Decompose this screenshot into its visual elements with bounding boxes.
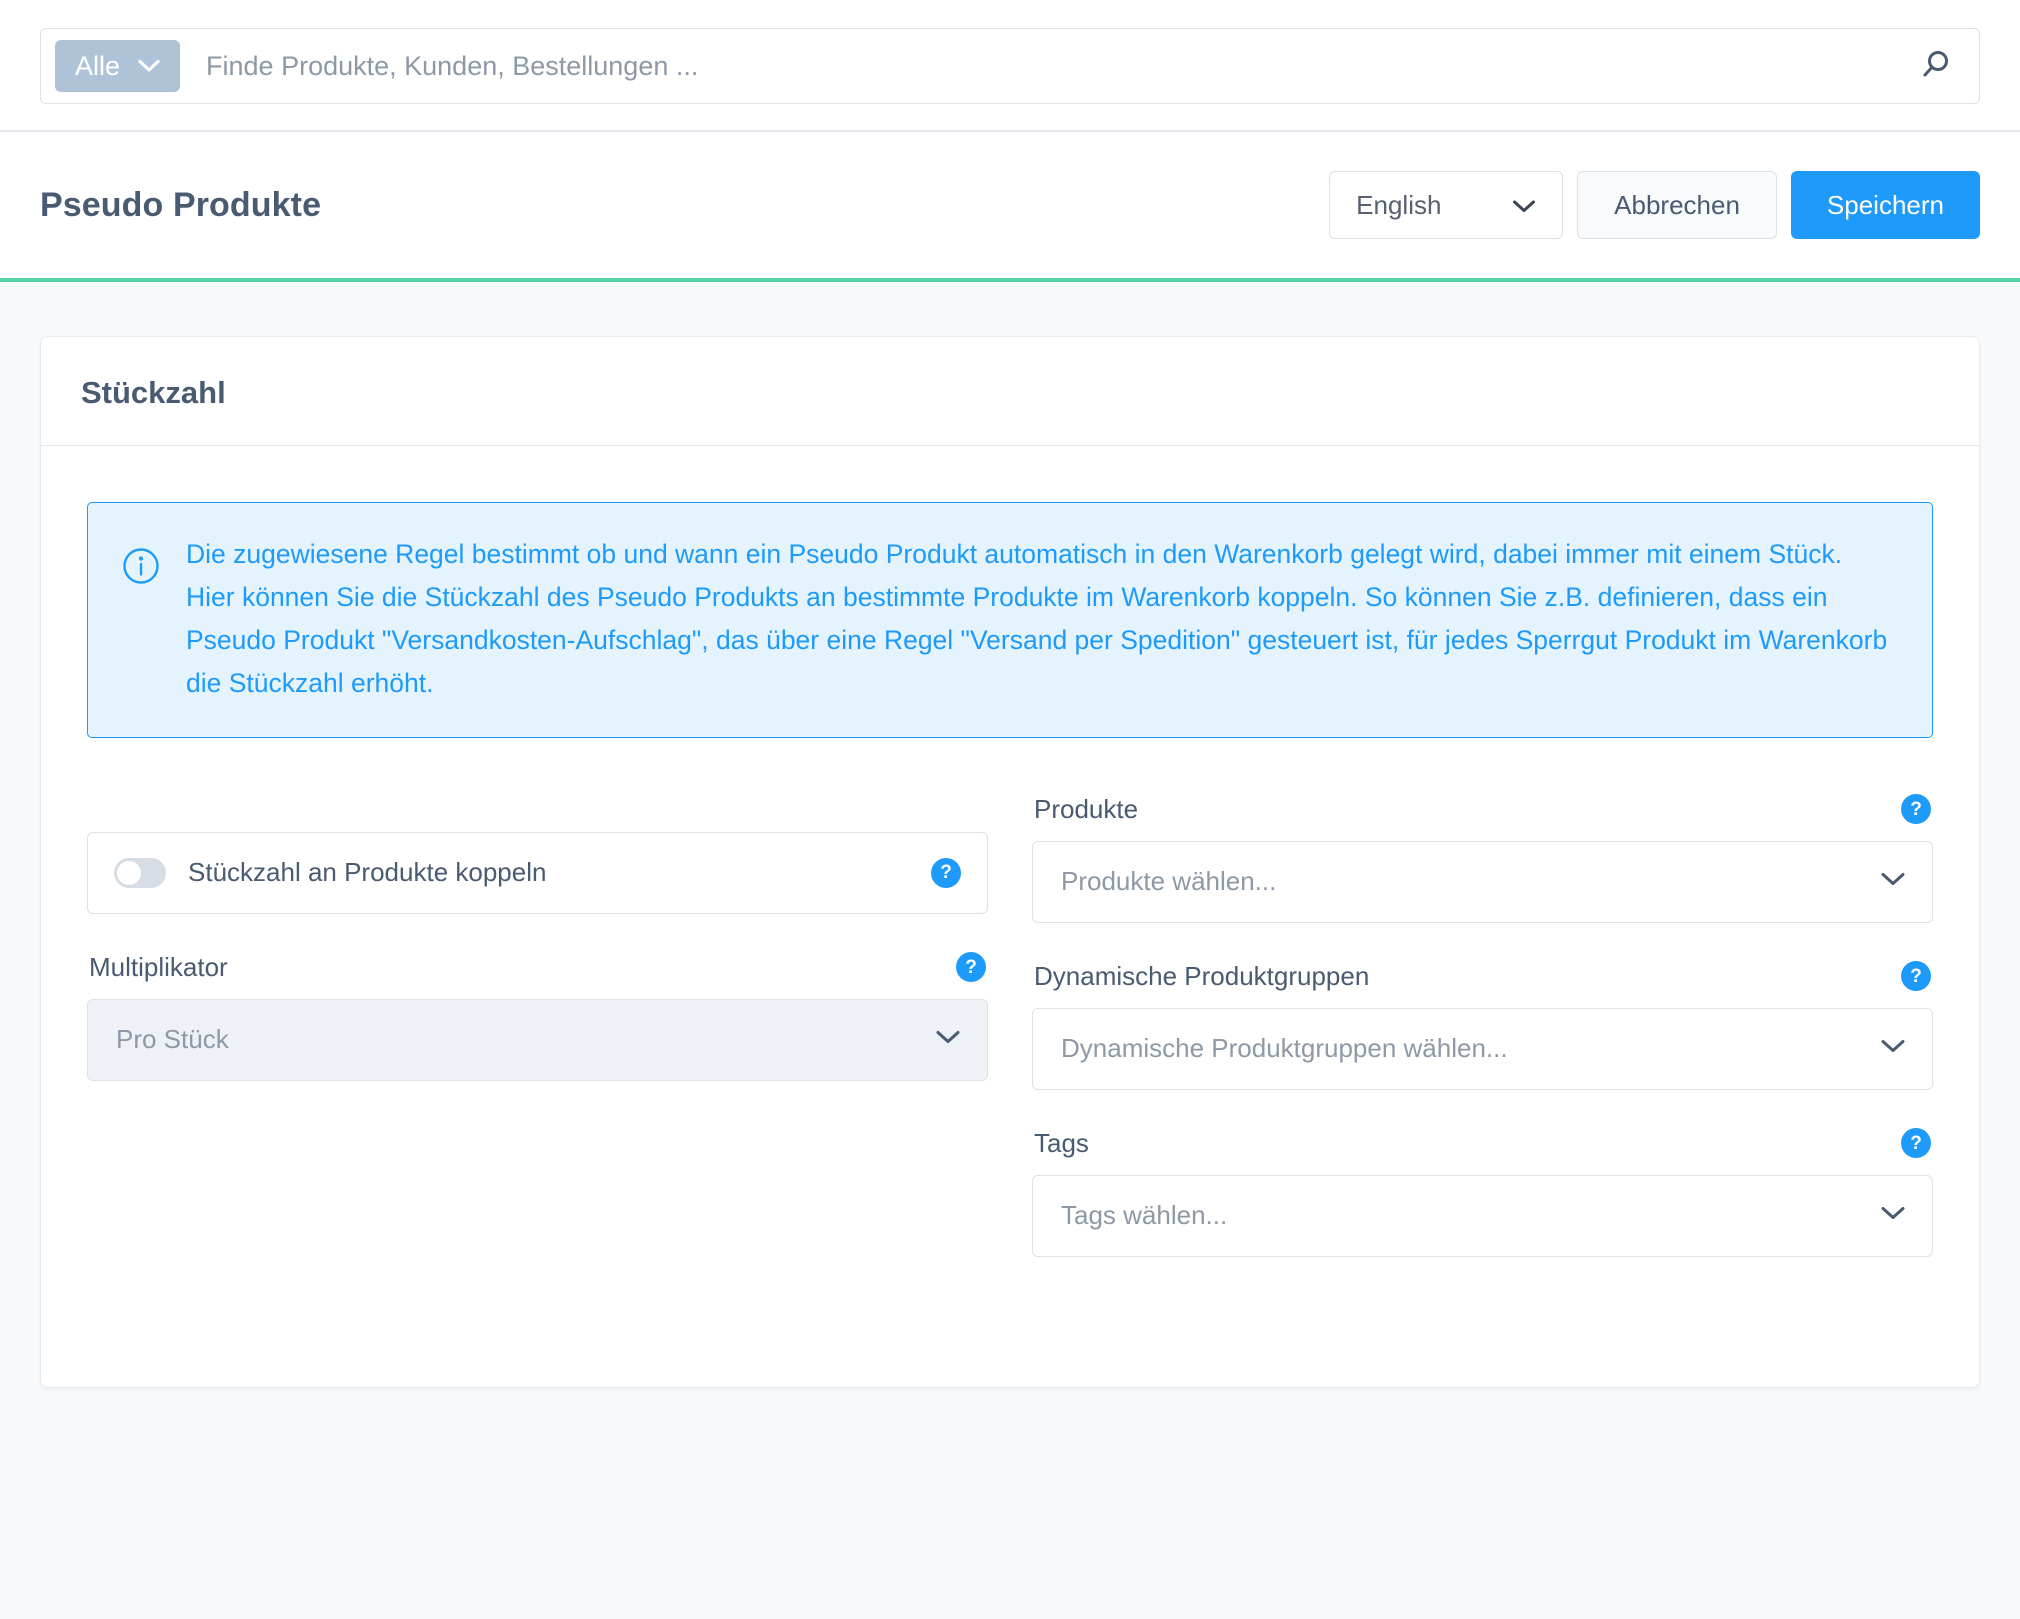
search-input[interactable] [180, 50, 1909, 82]
chevron-down-icon [138, 59, 160, 73]
dynamische-produktgruppen-select-placeholder: Dynamische Produktgruppen wählen... [1061, 1033, 1508, 1064]
multiplikator-label: Multiplikator [89, 951, 228, 982]
help-circle-icon-dynamische-produktgruppen[interactable]: ? [1901, 961, 1931, 992]
cancel-button[interactable]: Abbrechen [1577, 171, 1777, 239]
help-circle-icon-produkte[interactable]: ? [1901, 794, 1931, 825]
coupling-toggle-field: Stückzahl an Produkte koppeln ? [87, 794, 988, 914]
search-icon [1917, 47, 1953, 86]
info-alert: Die zugewiesene Regel bestimmt ob und wa… [87, 502, 1933, 738]
chevron-down-icon [1880, 1038, 1906, 1059]
save-button[interactable]: Speichern [1790, 171, 1980, 239]
coupling-toggle-left: Stückzahl an Produkte koppeln [114, 857, 546, 888]
stueckzahl-card: Stückzahl Die zugewiesene Regel bestimmt… [40, 336, 1980, 1388]
header-actions: English Abbrechen Speichern [1329, 171, 1980, 239]
dynamische-produktgruppen-select[interactable]: Dynamische Produktgruppen wählen... [1032, 1007, 1933, 1090]
language-select-value: English [1356, 189, 1442, 220]
info-alert-text: Die zugewiesene Regel bestimmt ob und wa… [186, 539, 1888, 698]
search-scope-label: Alle [75, 50, 121, 81]
label-spacer [87, 794, 988, 832]
produkte-select[interactable]: Produkte wählen... [1032, 840, 1933, 923]
chevron-down-icon [935, 1029, 961, 1050]
search-scope-dropdown[interactable]: Alle [55, 40, 181, 92]
coupling-toggle-switch[interactable] [114, 857, 166, 888]
global-search-bar[interactable]: Alle [40, 28, 1980, 104]
multiplikator-select[interactable]: Pro Stück [87, 998, 988, 1081]
help-circle-icon-coupling[interactable]: ? [931, 857, 961, 888]
global-search-region: Alle [0, 0, 2020, 132]
page-title: Pseudo Produkte [40, 185, 322, 224]
card-body: Die zugewiesene Regel bestimmt ob und wa… [41, 446, 1979, 1387]
help-circle-icon-tags[interactable]: ? [1901, 1128, 1931, 1159]
dynamische-produktgruppen-field: Dynamische Produktgruppen ? Dynamische P… [1032, 961, 1933, 1090]
coupling-toggle-label: Stückzahl an Produkte koppeln [188, 857, 547, 888]
toggle-knob [117, 860, 141, 885]
page-header: Pseudo Produkte English Abbrechen Speich… [0, 132, 2020, 282]
dynamische-produktgruppen-label-row: Dynamische Produktgruppen ? [1032, 961, 1933, 992]
help-circle-icon-multiplikator[interactable]: ? [956, 952, 986, 983]
chevron-down-icon [1880, 1205, 1906, 1226]
language-select[interactable]: English [1329, 171, 1564, 239]
info-circle-icon [122, 533, 160, 705]
right-column: Produkte ? Produkte wählen... Dynamische… [1032, 794, 1933, 1295]
fields-grid: Stückzahl an Produkte koppeln ? Multipli… [87, 794, 1933, 1295]
multiplikator-field: Multiplikator ? Pro Stück [87, 952, 988, 1081]
multiplikator-label-row: Multiplikator ? [87, 952, 988, 983]
produkte-label: Produkte [1034, 793, 1139, 824]
chevron-down-icon [1512, 190, 1536, 221]
produkte-label-row: Produkte ? [1032, 794, 1933, 825]
tags-select[interactable]: Tags wählen... [1032, 1174, 1933, 1257]
tags-select-placeholder: Tags wählen... [1061, 1200, 1228, 1231]
tags-field: Tags ? Tags wählen... [1032, 1128, 1933, 1257]
produkte-field: Produkte ? Produkte wählen... [1032, 794, 1933, 923]
left-column: Stückzahl an Produkte koppeln ? Multipli… [87, 794, 988, 1295]
card-header: Stückzahl [41, 337, 1979, 446]
card-title: Stückzahl [81, 375, 226, 410]
multiplikator-select-value: Pro Stück [116, 1024, 229, 1055]
page-body: Stückzahl Die zugewiesene Regel bestimmt… [0, 282, 2020, 1388]
tags-label-row: Tags ? [1032, 1128, 1933, 1159]
produkte-select-placeholder: Produkte wählen... [1061, 866, 1277, 897]
dynamische-produktgruppen-label: Dynamische Produktgruppen [1034, 960, 1370, 991]
tags-label: Tags [1034, 1127, 1089, 1158]
coupling-toggle-box[interactable]: Stückzahl an Produkte koppeln ? [87, 831, 988, 914]
chevron-down-icon [1880, 871, 1906, 892]
search-submit-button[interactable] [1909, 41, 1961, 92]
